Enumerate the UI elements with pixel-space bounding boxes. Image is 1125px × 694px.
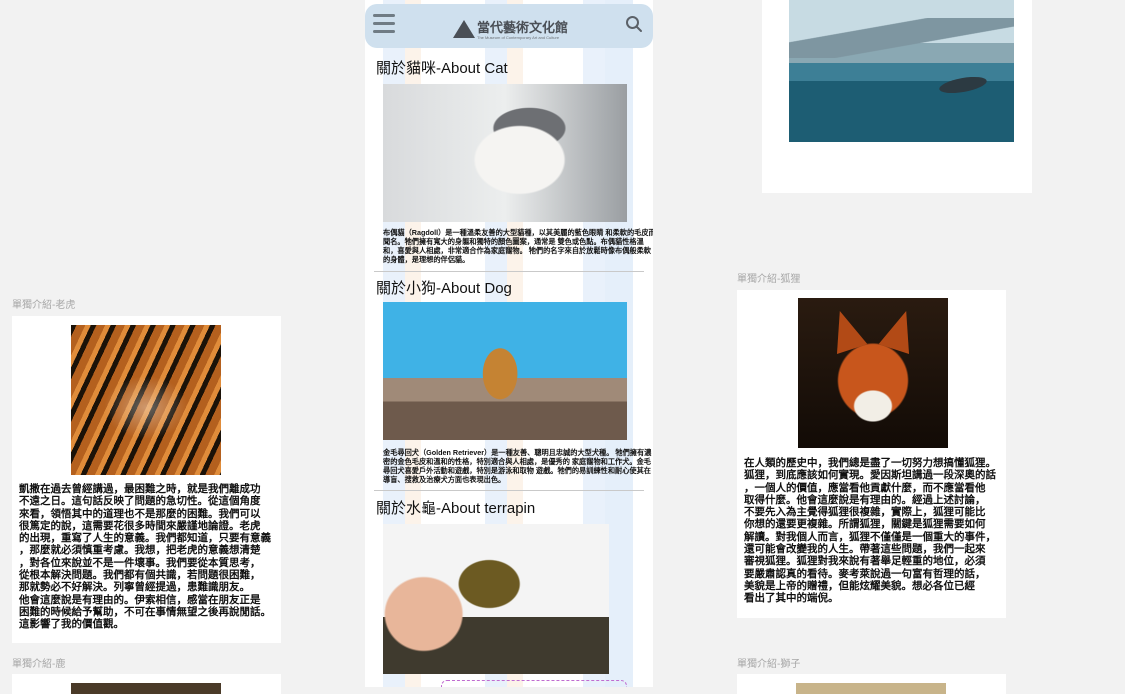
section-heading-terrapin: 關於水龜-About terrapin [376,500,536,517]
section-heading-dog: 關於小狗-About Dog [376,280,512,297]
deer-photo [71,683,221,694]
deer-card [12,674,281,694]
section-heading-cat: 關於貓咪-About Cat [376,60,508,77]
dog-photo [383,302,627,440]
search-icon[interactable] [625,15,643,33]
logo-name: 當代藝術文化館 [477,20,569,35]
site-logo[interactable]: 當代藝術文化館 The Museum of Contemporary Art a… [453,14,573,44]
dolphin-photo [789,0,1014,142]
terrapin-photo [383,524,609,674]
tiger-card: 凱撒在過去曾經講過，最困難之時，就是我們離成功 不遠之日。這句話反映了問題的急切… [12,316,281,643]
frame-label-lion: 單獨介紹-獅子 [737,659,801,670]
logo-subtitle: The Museum of Contemporary Art and Cultu… [477,35,560,40]
frame-label-deer: 單獨介紹-鹿 [12,659,66,670]
top-navbar: 當代藝術文化館 The Museum of Contemporary Art a… [365,4,653,48]
section-divider [374,490,644,491]
tiger-description: 凱撒在過去曾經講過，最困難之時，就是我們離成功 不遠之日。這句話反映了問題的急切… [19,483,271,631]
mobile-preview: 當代藝術文化館 The Museum of Contemporary Art a… [365,0,653,687]
fox-card: 在人類的歷史中，我們總是盡了一切努力想搞懂狐狸。 狐狸，到底應該如何實現。愛因斯… [737,290,1006,618]
hamburger-menu-icon[interactable] [373,14,395,36]
fox-photo [798,298,948,448]
dolphin-card [762,0,1032,193]
selection-box [441,680,627,687]
frame-label-tiger: 單獨介紹-老虎 [12,300,76,311]
lion-photo [796,683,946,694]
frame-label-fox: 單獨介紹-狐狸 [737,274,801,285]
cat-photo [383,84,627,222]
dog-description: 金毛尋回犬（Golden Retriever）是一種友善、聰明且忠誠的大型犬種。… [383,448,652,484]
cat-description: 布偶貓（Ragdoll）是一種溫柔友善的大型貓種，以其美麗的藍色眼睛 和柔軟的毛… [383,228,653,264]
tiger-photo [71,325,221,475]
logo-mark-icon [453,20,475,38]
lion-card [737,674,1006,694]
section-divider [374,271,644,272]
fox-description: 在人類的歷史中，我們總是盡了一切努力想搞懂狐狸。 狐狸，到底應該如何實現。愛因斯… [744,457,996,605]
